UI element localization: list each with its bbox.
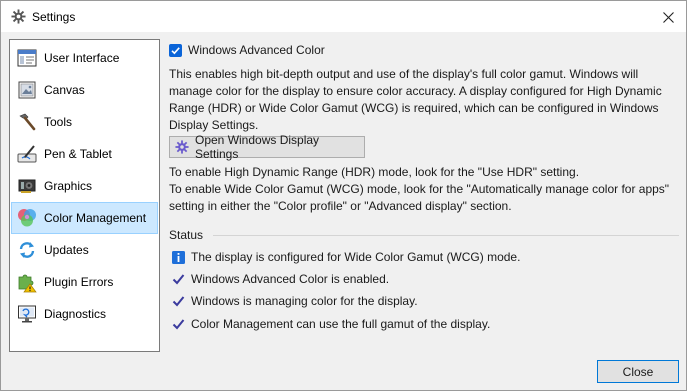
close-icon[interactable] bbox=[658, 7, 678, 27]
sidebar-item-color-management[interactable]: Color Management bbox=[11, 202, 158, 234]
sidebar-item-plugin-errors[interactable]: Plugin Errors bbox=[11, 266, 158, 298]
sidebar-item-user-interface[interactable]: User Interface bbox=[11, 42, 158, 74]
user-interface-icon bbox=[16, 47, 38, 69]
graphics-icon bbox=[16, 175, 38, 197]
open-windows-display-settings-button[interactable]: Open Windows Display Settings bbox=[169, 133, 365, 161]
close-button[interactable]: Close bbox=[597, 360, 679, 383]
sidebar-item-label: Diagnostics bbox=[44, 307, 107, 321]
sidebar-item-label: Graphics bbox=[44, 179, 93, 193]
sidebar-item-label: Updates bbox=[44, 243, 89, 257]
status-item: The display is configured for Wide Color… bbox=[171, 249, 520, 265]
status-heading: Status bbox=[169, 228, 204, 242]
status-divider bbox=[213, 235, 679, 236]
status-text: Color Management can use the full gamut … bbox=[191, 317, 491, 331]
settings-window: Settings User Interface Canvas Tools Pen… bbox=[0, 0, 687, 391]
pen-tablet-icon bbox=[16, 143, 38, 165]
info-icon bbox=[171, 250, 185, 264]
sidebar-item-label: Pen & Tablet bbox=[44, 147, 112, 161]
window-title: Settings bbox=[32, 9, 76, 24]
checkmark-icon bbox=[171, 294, 185, 308]
sidebar-item-tools[interactable]: Tools bbox=[11, 106, 158, 138]
status-section-header: Status bbox=[169, 228, 679, 242]
title-bar: Settings bbox=[1, 1, 686, 32]
checkbox-label: Windows Advanced Color bbox=[188, 43, 325, 57]
sidebar-item-label: Plugin Errors bbox=[44, 275, 114, 289]
description-line: manage color for the display to ensure c… bbox=[169, 84, 662, 98]
updates-icon bbox=[16, 239, 38, 261]
display-settings-gear-icon bbox=[175, 140, 189, 154]
status-item: Windows Advanced Color is enabled. bbox=[171, 271, 389, 287]
sidebar-item-label: Canvas bbox=[44, 83, 85, 97]
description-text: This enables high bit-depth output and u… bbox=[169, 66, 662, 134]
sidebar-item-label: User Interface bbox=[44, 51, 120, 65]
sidebar-item-pen-tablet[interactable]: Pen & Tablet bbox=[11, 138, 158, 170]
status-text: Windows is managing color for the displa… bbox=[191, 294, 418, 308]
status-text: Windows Advanced Color is enabled. bbox=[191, 272, 390, 286]
status-item: Color Management can use the full gamut … bbox=[171, 316, 490, 332]
checkmark-icon bbox=[171, 272, 185, 286]
sidebar-item-updates[interactable]: Updates bbox=[11, 234, 158, 266]
hint-line: To enable High Dynamic Range (HDR) mode,… bbox=[169, 165, 580, 179]
description-line: This enables high bit-depth output and u… bbox=[169, 67, 639, 81]
color-management-icon bbox=[16, 207, 38, 229]
sidebar-item-canvas[interactable]: Canvas bbox=[11, 74, 158, 106]
windows-advanced-color-checkbox[interactable]: Windows Advanced Color bbox=[169, 43, 325, 57]
sidebar-item-diagnostics[interactable]: Diagnostics bbox=[11, 298, 158, 330]
open-settings-label: Open Windows Display Settings bbox=[195, 133, 320, 161]
description-line: Display Settings. bbox=[169, 118, 259, 132]
status-text: The display is configured for Wide Color… bbox=[191, 250, 521, 264]
sidebar-item-graphics[interactable]: Graphics bbox=[11, 170, 158, 202]
hint-line: To enable Wide Color Gamut (WCG) mode, l… bbox=[169, 182, 670, 196]
checkbox-checked-icon[interactable] bbox=[169, 43, 182, 57]
checkmark-icon bbox=[171, 317, 185, 331]
hint-text: To enable High Dynamic Range (HDR) mode,… bbox=[169, 164, 669, 215]
plugin-errors-icon bbox=[16, 271, 38, 293]
status-item: Windows is managing color for the displa… bbox=[171, 293, 418, 309]
hint-line: setting in either the "Color profile" or… bbox=[169, 199, 512, 213]
sidebar-item-label: Color Management bbox=[44, 211, 147, 225]
tools-icon bbox=[16, 111, 38, 133]
diagnostics-icon bbox=[16, 303, 38, 325]
canvas-icon bbox=[16, 79, 38, 101]
description-line: Range (HDR) or Wide Color Gamut (WCG) is… bbox=[169, 101, 659, 115]
sidebar-item-label: Tools bbox=[44, 115, 73, 129]
settings-sidebar: User Interface Canvas Tools Pen & Tablet… bbox=[9, 39, 160, 352]
gear-icon bbox=[10, 9, 26, 25]
